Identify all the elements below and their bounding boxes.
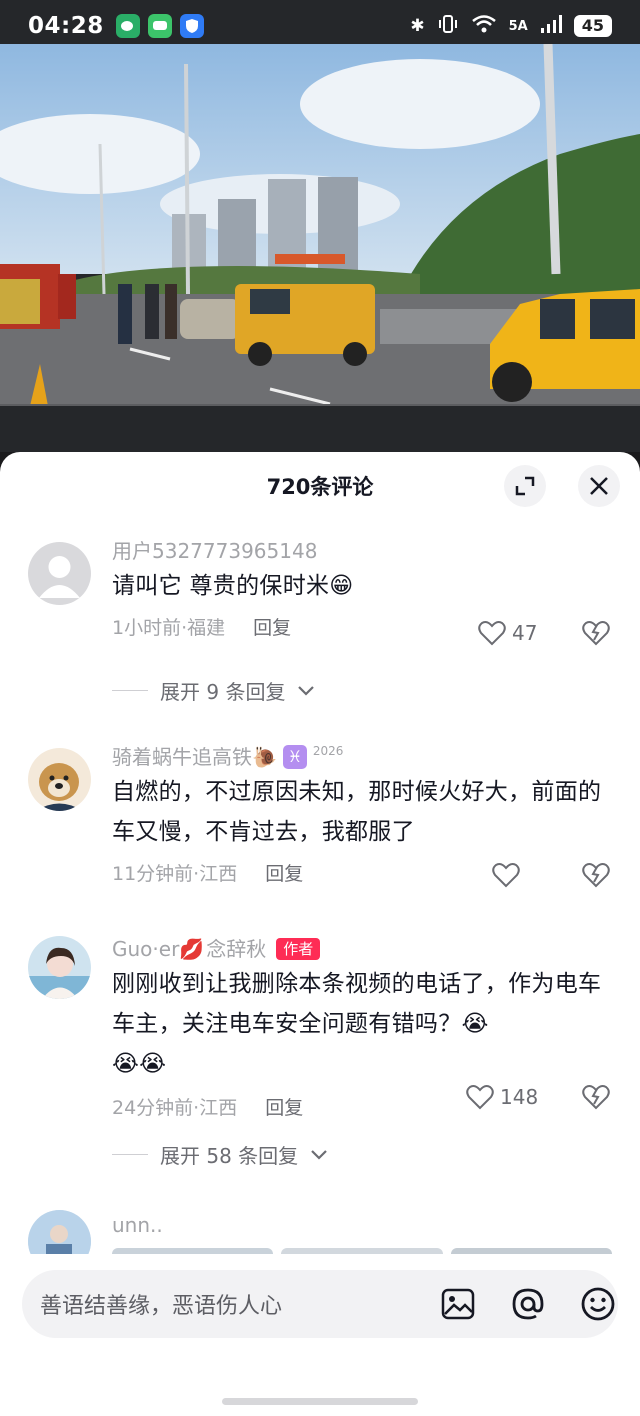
image-picker-button[interactable] (438, 1284, 478, 1324)
avatar[interactable] (28, 542, 91, 605)
divider (112, 690, 148, 691)
expand-icon (515, 476, 535, 496)
heart-icon (478, 621, 506, 646)
comment-username[interactable]: 骑着蜗牛追高铁 (112, 742, 252, 772)
comment-username[interactable]: unn.. (112, 1210, 616, 1240)
status-bar: 04:28 ✱ 5A 45 (0, 0, 640, 52)
status-time: 04:28 (28, 13, 104, 39)
image-icon (441, 1288, 475, 1320)
mention-button[interactable] (508, 1284, 548, 1324)
at-icon (512, 1288, 544, 1320)
close-icon (590, 477, 608, 495)
avatar[interactable] (28, 936, 91, 999)
chevron-down-icon (311, 1149, 327, 1160)
author-badge: 作者 (276, 938, 321, 960)
reply-button[interactable]: 回复 (265, 859, 303, 886)
chevron-down-icon (298, 685, 315, 696)
battery-indicator: 45 (573, 15, 612, 37)
expand-replies-label: 展开 9 条回复 (160, 680, 286, 704)
comment-text: 请叫它 尊贵的保时米😁 (112, 573, 354, 599)
expand-button[interactable] (504, 465, 546, 507)
vibrate-icon (437, 13, 459, 40)
video-frame (0, 44, 640, 406)
reply-button[interactable]: 回复 (265, 1093, 303, 1120)
lips-emoji: 💋 (179, 937, 205, 961)
comment-input-bar: 善语结善缘，恶语伤人心 (0, 1254, 640, 1416)
comment-username[interactable]: 用户5327773965148 (112, 536, 616, 566)
message-icon (147, 14, 172, 38)
avatar[interactable] (28, 748, 91, 811)
like-count: 47 (512, 621, 538, 645)
shield-icon (179, 14, 204, 38)
reply-button[interactable]: 回复 (253, 613, 291, 640)
comment-username[interactable]: Guo·er (112, 934, 179, 964)
dislike-button[interactable] (582, 620, 610, 650)
wifi-icon (471, 14, 497, 39)
zodiac-badge: ♓ (282, 745, 307, 769)
sheet-header: 720条评论 (0, 452, 640, 520)
heart-icon (492, 863, 520, 888)
comment-count-title: 720条评论 (266, 475, 374, 499)
video-player[interactable] (0, 0, 640, 452)
emoji-picker-button[interactable] (578, 1284, 618, 1324)
snail-emoji: 🐌 (252, 745, 277, 769)
dislike-icon (582, 863, 610, 888)
comment-time-location: 11分钟前·江西 (112, 862, 238, 885)
dislike-icon (582, 1085, 610, 1110)
zodiac-year: 2026 (312, 744, 344, 758)
comment-text: 自燃的，不过原因未知，那时候火好大，前面的车又慢，不肯过去，我都服了 (112, 779, 602, 845)
dislike-button[interactable] (582, 1084, 610, 1114)
like-count: 148 (500, 1085, 539, 1109)
comment-text-emoji: 😭😭 (112, 1051, 167, 1077)
expand-replies[interactable]: 展开 9 条回复 (112, 676, 315, 705)
home-indicator[interactable] (222, 1398, 418, 1405)
like-button[interactable]: 47 (478, 620, 537, 646)
expand-replies-label: 展开 58 条回复 (160, 1144, 299, 1168)
dislike-button[interactable] (582, 862, 610, 892)
comment-text: 刚刚收到让我删除本条视频的电话了，作为电车车主，关注电车安全问题有错吗？😭 (112, 971, 602, 1037)
dislike-icon (582, 621, 610, 646)
emoji-icon (581, 1287, 615, 1321)
expand-replies[interactable]: 展开 58 条回复 (112, 1140, 328, 1169)
like-button[interactable] (492, 862, 526, 888)
bluetooth-icon: ✱ (410, 16, 425, 36)
divider (112, 1154, 148, 1155)
heart-icon (466, 1085, 494, 1110)
like-button[interactable]: 148 (466, 1084, 538, 1110)
wechat-icon (115, 14, 140, 38)
comment-username-suffix[interactable]: 念辞秋 (206, 934, 266, 964)
signal-icon (540, 14, 562, 39)
comment-input-placeholder: 善语结善缘，恶语伤人心 (40, 1294, 283, 1319)
comment-time-location: 24分钟前·江西 (112, 1096, 238, 1119)
comment-time-location: 1小时前·福建 (112, 616, 226, 639)
close-button[interactable] (578, 465, 620, 507)
network-label: 5A (508, 18, 528, 34)
